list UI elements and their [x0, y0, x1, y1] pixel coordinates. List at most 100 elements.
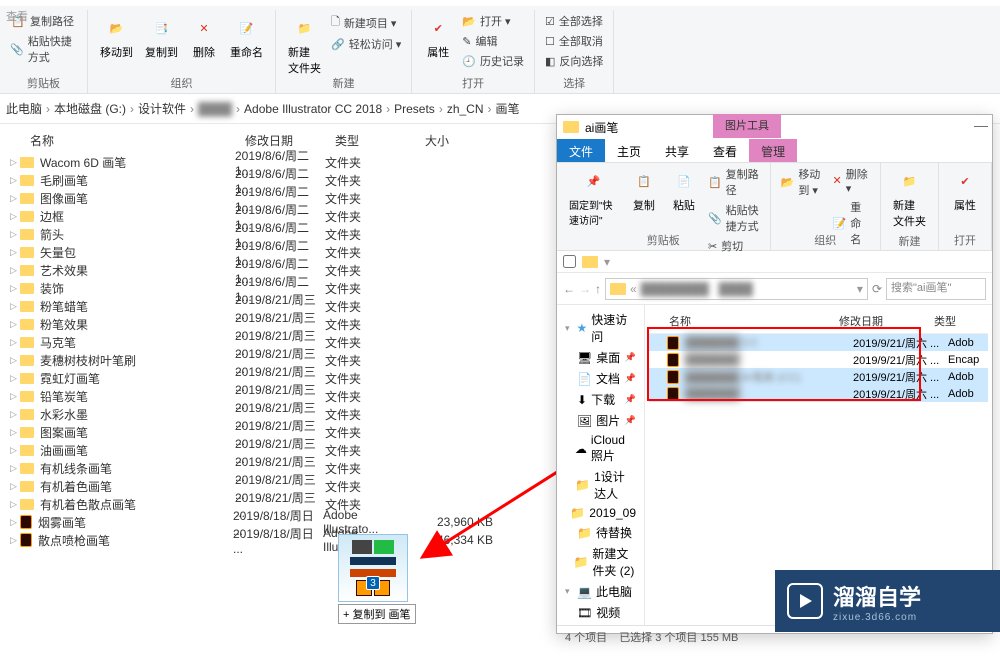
dropdown-icon[interactable]: ▾ [604, 255, 610, 269]
expand-icon[interactable]: ▷ [10, 445, 18, 456]
breadcrumb-item[interactable]: 画笔 [496, 100, 520, 117]
folder-icon [20, 211, 34, 222]
paste-button[interactable]: 📄粘贴 [666, 165, 702, 215]
sidebar-item[interactable]: 📄 文档 📌 [561, 368, 640, 389]
select-all-checkbox[interactable] [563, 255, 576, 268]
tab-home[interactable]: 主页 [605, 139, 653, 162]
group-open: 打开 [420, 75, 526, 91]
sidebar-item[interactable]: 📁 待替换 [561, 522, 640, 543]
expand-icon[interactable]: ▷ [10, 283, 18, 294]
expand-icon[interactable]: ▷ [10, 517, 18, 528]
tab-view[interactable]: 查看 [701, 139, 749, 162]
sidebar-item[interactable]: 🎞 视频 [561, 602, 640, 623]
folder-icon [563, 121, 579, 133]
expand-icon[interactable]: ▷ [10, 463, 18, 474]
win2-properties[interactable]: ✔属性 [947, 165, 983, 215]
sidebar-item[interactable]: ▾ 💻 此电脑 [561, 581, 640, 602]
sidebar-item[interactable]: ☁ iCloud 照片 [561, 431, 640, 466]
expand-icon[interactable]: ▷ [10, 319, 18, 330]
edit-button[interactable]: ✎编辑 [460, 32, 526, 50]
forward-button[interactable]: → [579, 282, 591, 296]
header-name[interactable]: 名称 [30, 132, 245, 149]
breadcrumb-item[interactable]: 本地磁盘 (G:) [54, 100, 126, 117]
new-folder-button[interactable]: 📁新建 文件夹 [284, 12, 325, 78]
sidebar-item[interactable]: 🖼 图片 📌 [561, 410, 640, 431]
expand-icon[interactable]: ▷ [10, 175, 18, 186]
breadcrumb-item[interactable]: 设计软件 [138, 100, 186, 117]
sidebar-item[interactable]: 🖼 图片 [561, 623, 640, 625]
sidebar-label: 下载 [591, 391, 615, 408]
expand-icon[interactable]: ▷ [10, 409, 18, 420]
expand-icon[interactable]: ▷ [10, 211, 18, 222]
breadcrumb-item[interactable]: zh_CN [447, 102, 484, 116]
win2-titlebar[interactable]: ai画笔 图片工具 — [557, 115, 992, 139]
expand-icon[interactable]: ▷ [10, 481, 18, 492]
expand-icon[interactable]: ▷ [10, 355, 18, 366]
expand-icon[interactable]: ▷ [10, 265, 18, 276]
sidebar-item[interactable]: 📁 2019_09 [561, 504, 640, 522]
sidebar-item[interactable]: 📁 新建文件夹 (2) [561, 543, 640, 581]
file-name: 有机着色画笔 [40, 478, 235, 495]
pin-to-quick-access[interactable]: 📌固定到"快速访问" [565, 165, 622, 229]
search-input[interactable]: 搜索"ai画笔" [886, 278, 986, 300]
delete-button[interactable]: ✕删除 [186, 12, 222, 62]
copy-to-button[interactable]: 📑复制到 [141, 12, 182, 62]
win2-delete[interactable]: ✕删除 ▾ [831, 165, 872, 196]
tab-manage[interactable]: 管理 [749, 139, 797, 162]
sidebar-item[interactable]: ⬇ 下载 📌 [561, 389, 640, 410]
history-button[interactable]: 🕘历史记录 [460, 52, 526, 70]
win2-group-organize: 组织 [779, 232, 872, 248]
expand-icon[interactable]: ▷ [10, 193, 18, 204]
sidebar-item[interactable]: 📁 1设计达人 [561, 466, 640, 504]
breadcrumb-item[interactable]: 此电脑 [6, 100, 42, 117]
address-input[interactable]: « ████████ ████ ▾ [605, 278, 868, 300]
win2-group-open: 打开 [947, 232, 983, 248]
copy-button[interactable]: 📋复制 [626, 165, 662, 215]
easy-access-button[interactable]: 🔗轻松访问 ▾ [329, 35, 403, 53]
expand-icon[interactable]: ▷ [10, 391, 18, 402]
expand-icon[interactable]: ▷ [10, 229, 18, 240]
select-none-button[interactable]: ☐全部取消 [543, 32, 605, 50]
chevron-right-icon: › [439, 102, 443, 116]
sidebar-item[interactable]: 🖥 桌面 📌 [561, 347, 640, 368]
expand-icon[interactable]: ▷ [10, 535, 18, 546]
expand-icon[interactable]: ▷ [10, 373, 18, 384]
sidebar-item[interactable]: ▾ ★ 快速访问 [561, 309, 640, 347]
minimize-button[interactable]: — [974, 117, 988, 133]
back-button[interactable]: ← [563, 282, 575, 296]
watermark: 溜溜自学 zixue.3d66.com [775, 570, 1000, 632]
file-name: 马克笔 [40, 334, 235, 351]
paste-shortcut-button[interactable]: 📎粘贴快捷方式 [8, 32, 79, 66]
header-type[interactable]: 类型 [335, 132, 425, 149]
expand-icon[interactable]: ▷ [10, 247, 18, 258]
breadcrumb-item[interactable]: Adobe Illustrator CC 2018 [244, 102, 382, 116]
win2-copy-path[interactable]: 📋复制路径 [706, 165, 762, 199]
expand-icon[interactable]: ▷ [10, 157, 18, 168]
refresh-button[interactable]: ⟳ [872, 282, 882, 296]
expand-icon[interactable]: ▷ [10, 499, 18, 510]
properties-button[interactable]: ✔属性 [420, 12, 456, 62]
tab-share[interactable]: 共享 [653, 139, 701, 162]
header-size[interactable]: 大小 [425, 132, 505, 149]
open-button[interactable]: 📂打开 ▾ [460, 12, 526, 30]
breadcrumb-item[interactable]: ████ [198, 102, 232, 116]
folder-icon [20, 283, 34, 294]
file-type: 文件夹 [325, 244, 415, 261]
rename-button[interactable]: 📝重命名 [226, 12, 267, 62]
win2-new-folder[interactable]: 📁新建 文件夹 [889, 165, 930, 231]
new-item-button[interactable]: 🗋新建项目 ▾ [329, 12, 403, 33]
expand-icon[interactable]: ▷ [10, 427, 18, 438]
selection-info: 已选择 3 个项目 155 MB [619, 629, 738, 645]
move-to-button[interactable]: 📂移动到 [96, 12, 137, 62]
invert-selection-button[interactable]: ◧反向选择 [543, 52, 605, 70]
win2-move-to[interactable]: 📂移动到 ▾ [779, 165, 827, 199]
breadcrumb-item[interactable]: Presets [394, 102, 435, 116]
win2-paste-shortcut[interactable]: 📎粘贴快捷方式 [706, 201, 762, 235]
expand-icon[interactable]: ▷ [10, 337, 18, 348]
win2-header-type[interactable]: 类型 [934, 313, 974, 329]
expand-icon[interactable]: ▷ [10, 301, 18, 312]
tab-file[interactable]: 文件 [557, 139, 605, 162]
select-all-button[interactable]: ☑全部选择 [543, 12, 605, 30]
picture-tools-tab[interactable]: 图片工具 [713, 114, 781, 138]
up-button[interactable]: ↑ [595, 282, 601, 296]
